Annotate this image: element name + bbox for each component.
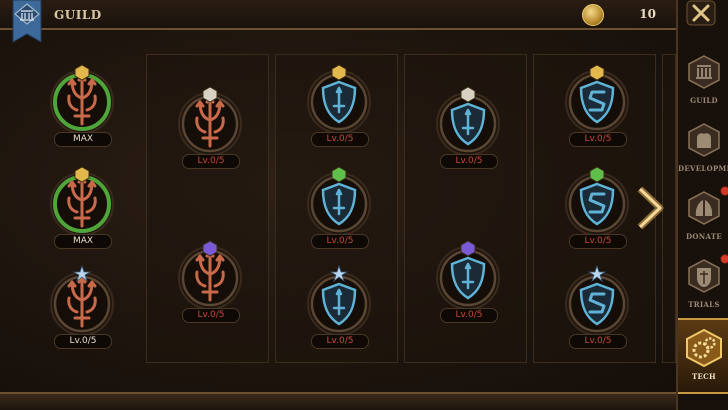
- level-label: Lv.0/5: [569, 132, 627, 147]
- tech-node[interactable]: MAX: [44, 62, 120, 152]
- level-label: Lv.0/5: [440, 154, 498, 169]
- gem-icon: [202, 240, 218, 257]
- development-icon: [683, 118, 725, 160]
- donate-icon: [683, 186, 725, 228]
- level-label: Lv.0/5: [440, 308, 498, 323]
- gem-icon: [202, 86, 218, 103]
- sidebar: GUILD DEVELOPMENT DONATE TRIALS TECH: [676, 0, 728, 410]
- tech-node[interactable]: Lv.0/5: [430, 84, 506, 174]
- tech-node[interactable]: Lv.0/5: [301, 164, 377, 254]
- sidebar-item-label: DONATE: [686, 232, 722, 241]
- gem-icon: [331, 166, 347, 183]
- level-label: Lv.0/5: [182, 308, 240, 323]
- gem-icon: [74, 166, 90, 183]
- sidebar-item-label: DEVELOPMENT: [678, 164, 728, 173]
- sidebar-item-development[interactable]: DEVELOPMENT: [678, 112, 728, 184]
- tech-node[interactable]: Lv.0/5: [301, 62, 377, 152]
- sidebar-item-tech[interactable]: TECH: [678, 318, 728, 394]
- level-label: Lv.0/5: [311, 132, 369, 147]
- gem-icon: [460, 86, 476, 103]
- tech-node[interactable]: Lv.0/5: [559, 164, 635, 254]
- level-label: Lv.0/5: [569, 334, 627, 349]
- tech-node[interactable]: Lv.0/5: [559, 62, 635, 152]
- sidebar-item-label: TRIALS: [688, 300, 720, 309]
- tech-node[interactable]: Lv.0/5: [172, 238, 248, 328]
- level-label: Lv.0/5: [54, 334, 112, 349]
- level-label: MAX: [54, 132, 112, 147]
- gem-icon: [589, 64, 605, 81]
- close-icon[interactable]: [684, 0, 718, 26]
- sidebar-item-label: TECH: [692, 372, 716, 381]
- notification-badge: [720, 254, 728, 264]
- level-label: Lv.0/5: [311, 234, 369, 249]
- tech-node[interactable]: Lv.0/5: [301, 264, 377, 354]
- gem-icon: [74, 64, 90, 81]
- level-label: Lv.0/5: [182, 154, 240, 169]
- tech-node[interactable]: MAX: [44, 164, 120, 254]
- page-title: GUILD: [54, 8, 102, 22]
- coin-count: 10: [639, 7, 656, 21]
- tech-node[interactable]: Lv.0/5: [430, 238, 506, 328]
- notification-badge: [720, 186, 728, 196]
- gem-icon: [331, 64, 347, 81]
- tech-node[interactable]: Lv.0/5: [44, 264, 120, 354]
- guild-banner-icon: [10, 0, 44, 48]
- sidebar-item-label: GUILD: [690, 96, 718, 105]
- level-label: Lv.0/5: [569, 234, 627, 249]
- level-label: MAX: [54, 234, 112, 249]
- tech-icon: [683, 326, 725, 368]
- gem-icon: [589, 166, 605, 183]
- coin-icon: [582, 4, 604, 26]
- guild-icon: [683, 50, 725, 92]
- guild-tech-screen: GUILD 10 MAX MAX Lv.0/5 Lv.0/5 Lv.0/5 Lv.0/5 L…: [0, 0, 728, 410]
- sidebar-item-guild[interactable]: GUILD: [678, 44, 728, 116]
- sidebar-item-donate[interactable]: DONATE: [678, 180, 728, 252]
- gem-icon: [460, 240, 476, 257]
- next-page-arrow-icon[interactable]: [636, 185, 668, 231]
- sidebar-item-trials[interactable]: TRIALS: [678, 248, 728, 320]
- tech-node[interactable]: Lv.0/5: [559, 264, 635, 354]
- level-label: Lv.0/5: [311, 334, 369, 349]
- bottom-bar: [0, 392, 676, 410]
- tech-node[interactable]: Lv.0/5: [172, 84, 248, 174]
- trials-icon: [683, 254, 725, 296]
